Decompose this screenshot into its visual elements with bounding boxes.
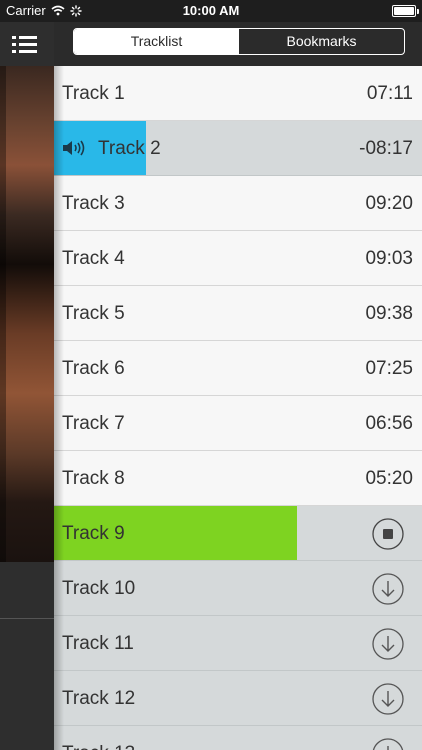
track-row[interactable]: Track 6 07:25 bbox=[54, 341, 422, 396]
download-icon[interactable] bbox=[372, 738, 404, 750]
side-panel bbox=[0, 22, 54, 750]
track-title: Track 11 bbox=[62, 633, 134, 654]
track-title: Track 7 bbox=[62, 413, 125, 434]
track-row[interactable]: Track 8 05:20 bbox=[54, 451, 422, 506]
track-title: Track 12 bbox=[62, 688, 136, 709]
track-title: Track 5 bbox=[62, 303, 125, 324]
download-icon[interactable] bbox=[372, 683, 404, 715]
track-title: Track 9 bbox=[62, 523, 125, 544]
track-row[interactable]: Track 1 07:11 bbox=[54, 66, 422, 121]
track-title: Track 1 bbox=[62, 83, 125, 104]
track-row-downloading[interactable]: Track 9 bbox=[54, 506, 422, 561]
status-time: 10:00 AM bbox=[182, 3, 240, 18]
track-title: Track 3 bbox=[62, 193, 125, 214]
speaker-icon bbox=[63, 140, 85, 156]
track-title: Track 6 bbox=[62, 358, 125, 379]
track-duration: 09:38 bbox=[365, 303, 413, 324]
track-row[interactable]: Track 4 09:03 bbox=[54, 231, 422, 286]
menu-button[interactable] bbox=[12, 32, 42, 56]
track-duration: 07:25 bbox=[365, 358, 413, 379]
track-row[interactable]: Track 13 bbox=[54, 726, 422, 750]
track-row[interactable]: Track 7 06:56 bbox=[54, 396, 422, 451]
track-row[interactable]: Track 5 09:38 bbox=[54, 286, 422, 341]
track-title: Track 2 bbox=[98, 138, 161, 159]
track-list[interactable]: Track 1 07:11 Track 2 -08:17 Track 3 09:… bbox=[54, 66, 422, 750]
tab-tracklist[interactable]: Tracklist bbox=[74, 29, 239, 54]
track-duration: 05:20 bbox=[365, 468, 413, 489]
track-row-now-playing[interactable]: Track 2 -08:17 bbox=[54, 121, 422, 176]
track-row[interactable]: Track 11 bbox=[54, 616, 422, 671]
stop-download-icon[interactable] bbox=[372, 518, 404, 550]
download-icon[interactable] bbox=[372, 628, 404, 660]
track-duration: 09:03 bbox=[365, 248, 413, 269]
track-title: Track 13 bbox=[62, 726, 135, 750]
album-art[interactable] bbox=[0, 66, 54, 562]
download-icon[interactable] bbox=[372, 573, 404, 605]
view-switcher: Tracklist Bookmarks bbox=[73, 28, 405, 55]
header: Tracklist Bookmarks bbox=[54, 22, 422, 66]
tab-bookmarks[interactable]: Bookmarks bbox=[239, 29, 404, 54]
battery-icon bbox=[392, 5, 419, 17]
track-duration: 07:11 bbox=[366, 83, 413, 104]
track-title: Track 10 bbox=[62, 578, 136, 599]
status-bar: Carrier 10:00 AM bbox=[0, 0, 422, 22]
track-duration: 06:56 bbox=[365, 413, 413, 434]
track-row[interactable]: Track 3 09:20 bbox=[54, 176, 422, 231]
track-duration: 09:20 bbox=[365, 193, 413, 214]
track-title: Track 4 bbox=[62, 248, 125, 269]
track-title: Track 8 bbox=[62, 468, 125, 489]
track-remaining: -08:17 bbox=[359, 138, 413, 159]
track-row[interactable]: Track 10 bbox=[54, 561, 422, 616]
track-row[interactable]: Track 12 bbox=[54, 671, 422, 726]
panel-divider bbox=[0, 618, 54, 619]
